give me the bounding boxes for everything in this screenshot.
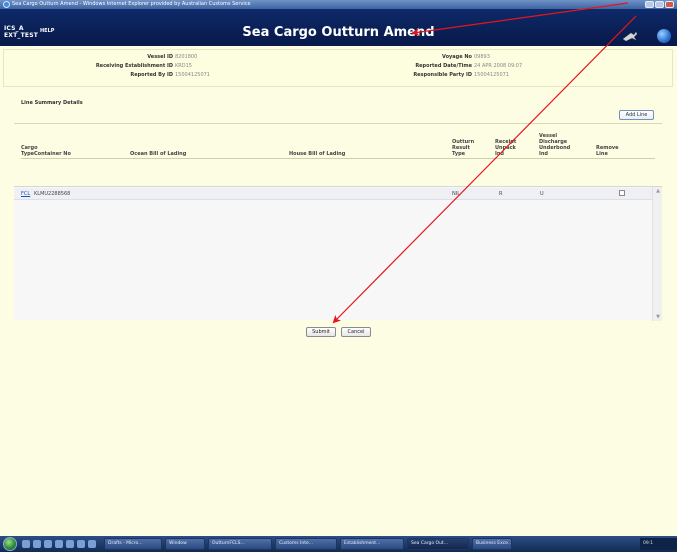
close-icon[interactable] <box>665 1 674 8</box>
scroll-up-icon[interactable]: ▲ <box>655 188 661 194</box>
header-divider <box>21 158 655 159</box>
window-titlebar: Sea Cargo Outturn Amend - Windows Intern… <box>0 0 677 9</box>
taskbar-item[interactable]: Window <box>165 538 205 550</box>
ie-icon <box>3 1 10 8</box>
quick-launch <box>22 540 96 548</box>
taskbar-item[interactable]: Drafts - Micro... <box>104 538 162 550</box>
taskbar-item[interactable]: OutturnFCLS... <box>208 538 272 550</box>
submit-button[interactable]: Submit <box>306 327 336 337</box>
remove-line-checkbox[interactable] <box>619 190 625 196</box>
col-header-ocean-bol: Ocean Bill of Lading <box>130 151 187 157</box>
quick-launch-icon[interactable] <box>55 540 63 548</box>
quick-launch-icon[interactable] <box>66 540 74 548</box>
quick-launch-icon[interactable] <box>77 540 85 548</box>
vessel-info-panel: Vessel ID 8201800 Receiving Establishment… <box>3 49 673 87</box>
taskbar-item[interactable]: Business Exce... <box>472 538 512 550</box>
quick-launch-icon[interactable] <box>88 540 96 548</box>
line-summary-panel: Line Summary Details Add Line Cargo Type … <box>14 96 662 336</box>
table-scrollbar[interactable]: ▲ ▼ <box>652 187 662 321</box>
taskbar-item[interactable]: Customs Inte... <box>275 538 337 550</box>
col-header-vessel-discharge: Vessel Discharge Underbond Ind <box>539 133 571 157</box>
col-header-container-no: Container No <box>34 151 71 157</box>
reported-by-field: Reported By ID 15004125071 <box>130 72 210 78</box>
taskbar-item-active[interactable]: Sea Cargo Out... <box>407 538 469 550</box>
quick-launch-icon[interactable] <box>44 540 52 548</box>
col-header-outturn-result: Outturn Result Type <box>452 139 475 157</box>
minimize-icon[interactable] <box>645 1 654 8</box>
tool-icon[interactable] <box>622 30 638 42</box>
taskbar-item[interactable]: Establishment... <box>340 538 404 550</box>
container-no-cell: KLMU2288568 <box>34 191 71 197</box>
taskbar-items: Drafts - Micro... Window OutturnFCLS... … <box>104 538 512 550</box>
receipt-unpack-cell: R <box>499 191 503 197</box>
quick-launch-icon[interactable] <box>22 540 30 548</box>
col-header-remove-line: Remove Line <box>596 145 619 157</box>
add-line-button[interactable]: Add Line <box>619 110 654 120</box>
vessel-discharge-cell: U <box>540 191 544 197</box>
col-header-house-bol: House Bill of Lading <box>289 151 346 157</box>
cancel-button[interactable]: Cancel <box>341 327 371 337</box>
cargo-type-link[interactable]: FCL <box>21 191 30 197</box>
line-table: FCL KLMU2288568 NIL R U ▲ ▼ <box>14 186 662 321</box>
scroll-down-icon[interactable]: ▼ <box>655 314 661 320</box>
taskbar: Drafts - Micro... Window OutturnFCLS... … <box>0 536 677 552</box>
start-button-icon[interactable] <box>3 537 17 551</box>
col-header-receipt-unpack: Receipt Unpack Ind <box>495 139 517 157</box>
voyage-no-field: Voyage No 09893 <box>442 54 490 60</box>
window-controls <box>645 1 674 8</box>
reported-datetime-field: Reported Date/Time 24 APR 2008 09:07 <box>415 63 523 69</box>
system-tray-clock[interactable]: 09:1 <box>640 538 677 550</box>
page-title: Sea Cargo Outturn Amend <box>242 25 435 40</box>
app-header: ICS_A EXT_TEST HELP Sea Cargo Outturn Am… <box>0 9 677 46</box>
receiving-establishment-field: Receiving Establishment ID KRD15 <box>95 63 192 69</box>
responsible-party-field: Responsible Party ID 15004125071 <box>413 72 509 78</box>
section-title: Line Summary Details <box>21 100 83 106</box>
vessel-id-field: Vessel ID 8201800 <box>147 54 198 60</box>
globe-icon[interactable] <box>657 29 671 43</box>
section-divider <box>14 123 662 124</box>
window-title: Sea Cargo Outturn Amend - Windows Intern… <box>12 1 251 7</box>
maximize-icon[interactable] <box>655 1 664 8</box>
table-row: FCL KLMU2288568 NIL R U <box>14 188 652 200</box>
outturn-result-cell: NIL <box>452 191 461 197</box>
quick-launch-icon[interactable] <box>33 540 41 548</box>
